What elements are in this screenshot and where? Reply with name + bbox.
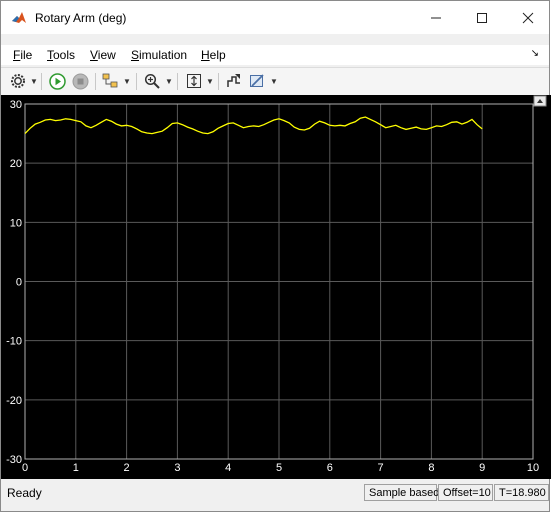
menu-help-mnemonic: H	[201, 48, 210, 62]
status-time: T=18.980	[494, 484, 549, 501]
style-button[interactable]	[248, 72, 266, 90]
menu-file-label: ile	[20, 48, 33, 62]
signal-select-icon	[227, 74, 240, 87]
settings-dropdown-icon[interactable]: ▼	[30, 77, 38, 86]
x-tick-label: 5	[276, 462, 282, 474]
x-tick-label: 2	[124, 462, 130, 474]
menu-simulation[interactable]: Simulation	[131, 48, 187, 62]
y-tick-label: 0	[16, 277, 22, 289]
minimize-button[interactable]	[413, 1, 459, 34]
stop-icon	[72, 73, 88, 89]
status-offset: Offset=10	[438, 484, 493, 501]
x-tick-label: 7	[378, 462, 384, 474]
stop-button[interactable]	[71, 72, 89, 90]
menu-file[interactable]: File	[13, 48, 32, 62]
settings-button[interactable]	[9, 72, 27, 90]
style-dropdown-icon[interactable]: ▼	[270, 77, 278, 86]
menu-help-label: elp	[209, 48, 226, 62]
status-bar: Ready Sample based Offset=10 T=18.980	[1, 482, 549, 504]
close-button[interactable]	[505, 1, 551, 34]
toolbar-separator	[136, 73, 137, 90]
menu-simulation-label: imulation	[139, 48, 188, 62]
menu-simulation-mnemonic: S	[131, 48, 140, 62]
x-tick-label: 1	[73, 462, 79, 474]
window-title: Rotary Arm (deg)	[35, 11, 127, 25]
toolbar-separator	[177, 73, 178, 90]
y-tick-label: -30	[6, 454, 22, 466]
close-icon	[522, 12, 534, 23]
x-tick-label: 4	[225, 462, 231, 474]
x-tick-label: 10	[527, 462, 539, 474]
menu-help[interactable]: Help	[201, 48, 226, 62]
x-tick-label: 6	[327, 462, 333, 474]
zoom-dropdown-icon[interactable]: ▼	[165, 77, 173, 86]
y-tick-label: 20	[10, 158, 22, 170]
toolbar-separator	[41, 73, 42, 90]
signal-line	[24, 116, 483, 135]
title-bar[interactable]: Rotary Arm (deg)	[1, 1, 549, 34]
run-icon	[48, 72, 66, 90]
menu-view-mnemonic: V	[90, 48, 98, 62]
autoscale-dropdown-icon[interactable]: ▼	[206, 77, 214, 86]
x-tick-label: 0	[22, 462, 28, 474]
menu-view-label: iew	[97, 48, 116, 62]
scope-plot[interactable]: 0 1 2 3 4 5 6 7 8 9 10 -30 -20 -10 0 10 20 30	[1, 95, 551, 479]
highlight-block-button[interactable]	[101, 72, 119, 90]
status-sample-mode: Sample based	[364, 484, 439, 501]
plot-area[interactable]: 0 1 2 3 4 5 6 7 8 9 10 -30 -20 -10 0 10 20 30	[1, 95, 551, 479]
zoom-in-button[interactable]	[143, 72, 161, 90]
x-tick-label: 8	[428, 462, 434, 474]
status-ready-text: Ready	[7, 486, 42, 500]
toolbar-separator	[95, 73, 96, 90]
scope-window: Rotary Arm (deg) File Tools View Simulat…	[0, 0, 551, 512]
run-button[interactable]	[48, 72, 66, 90]
menu-tools-label: ools	[53, 48, 76, 62]
maximize-axes-button[interactable]	[533, 95, 547, 107]
y-tick-label: 10	[10, 217, 22, 229]
signal-select-button[interactable]	[225, 72, 243, 90]
toolbar-separator	[218, 73, 219, 90]
settings-icon	[11, 74, 25, 88]
y-tick-label: -10	[6, 336, 22, 348]
menu-view[interactable]: View	[90, 48, 116, 62]
style-icon	[250, 74, 264, 87]
pin-menu-icon[interactable]: ↘	[531, 48, 539, 59]
toolbar: ▼ ▼ ▼ ▼ ▼	[1, 67, 549, 96]
highlight-block-icon	[102, 73, 118, 88]
maximize-button[interactable]	[459, 1, 505, 34]
menu-bar: File Tools View Simulation Help ↘	[1, 45, 549, 65]
zoom-in-icon	[144, 73, 160, 89]
autoscale-button[interactable]	[185, 72, 203, 90]
menu-tools[interactable]: Tools	[47, 48, 75, 62]
x-tick-label: 9	[479, 462, 485, 474]
minimize-icon	[431, 17, 441, 18]
matlab-logo-icon	[11, 10, 27, 26]
y-tick-label: -20	[6, 395, 22, 407]
highlight-dropdown-icon[interactable]: ▼	[123, 77, 131, 86]
autoscale-icon	[187, 74, 201, 88]
y-tick-label: 30	[10, 99, 22, 111]
x-tick-label: 3	[174, 462, 180, 474]
maximize-icon	[477, 12, 487, 23]
